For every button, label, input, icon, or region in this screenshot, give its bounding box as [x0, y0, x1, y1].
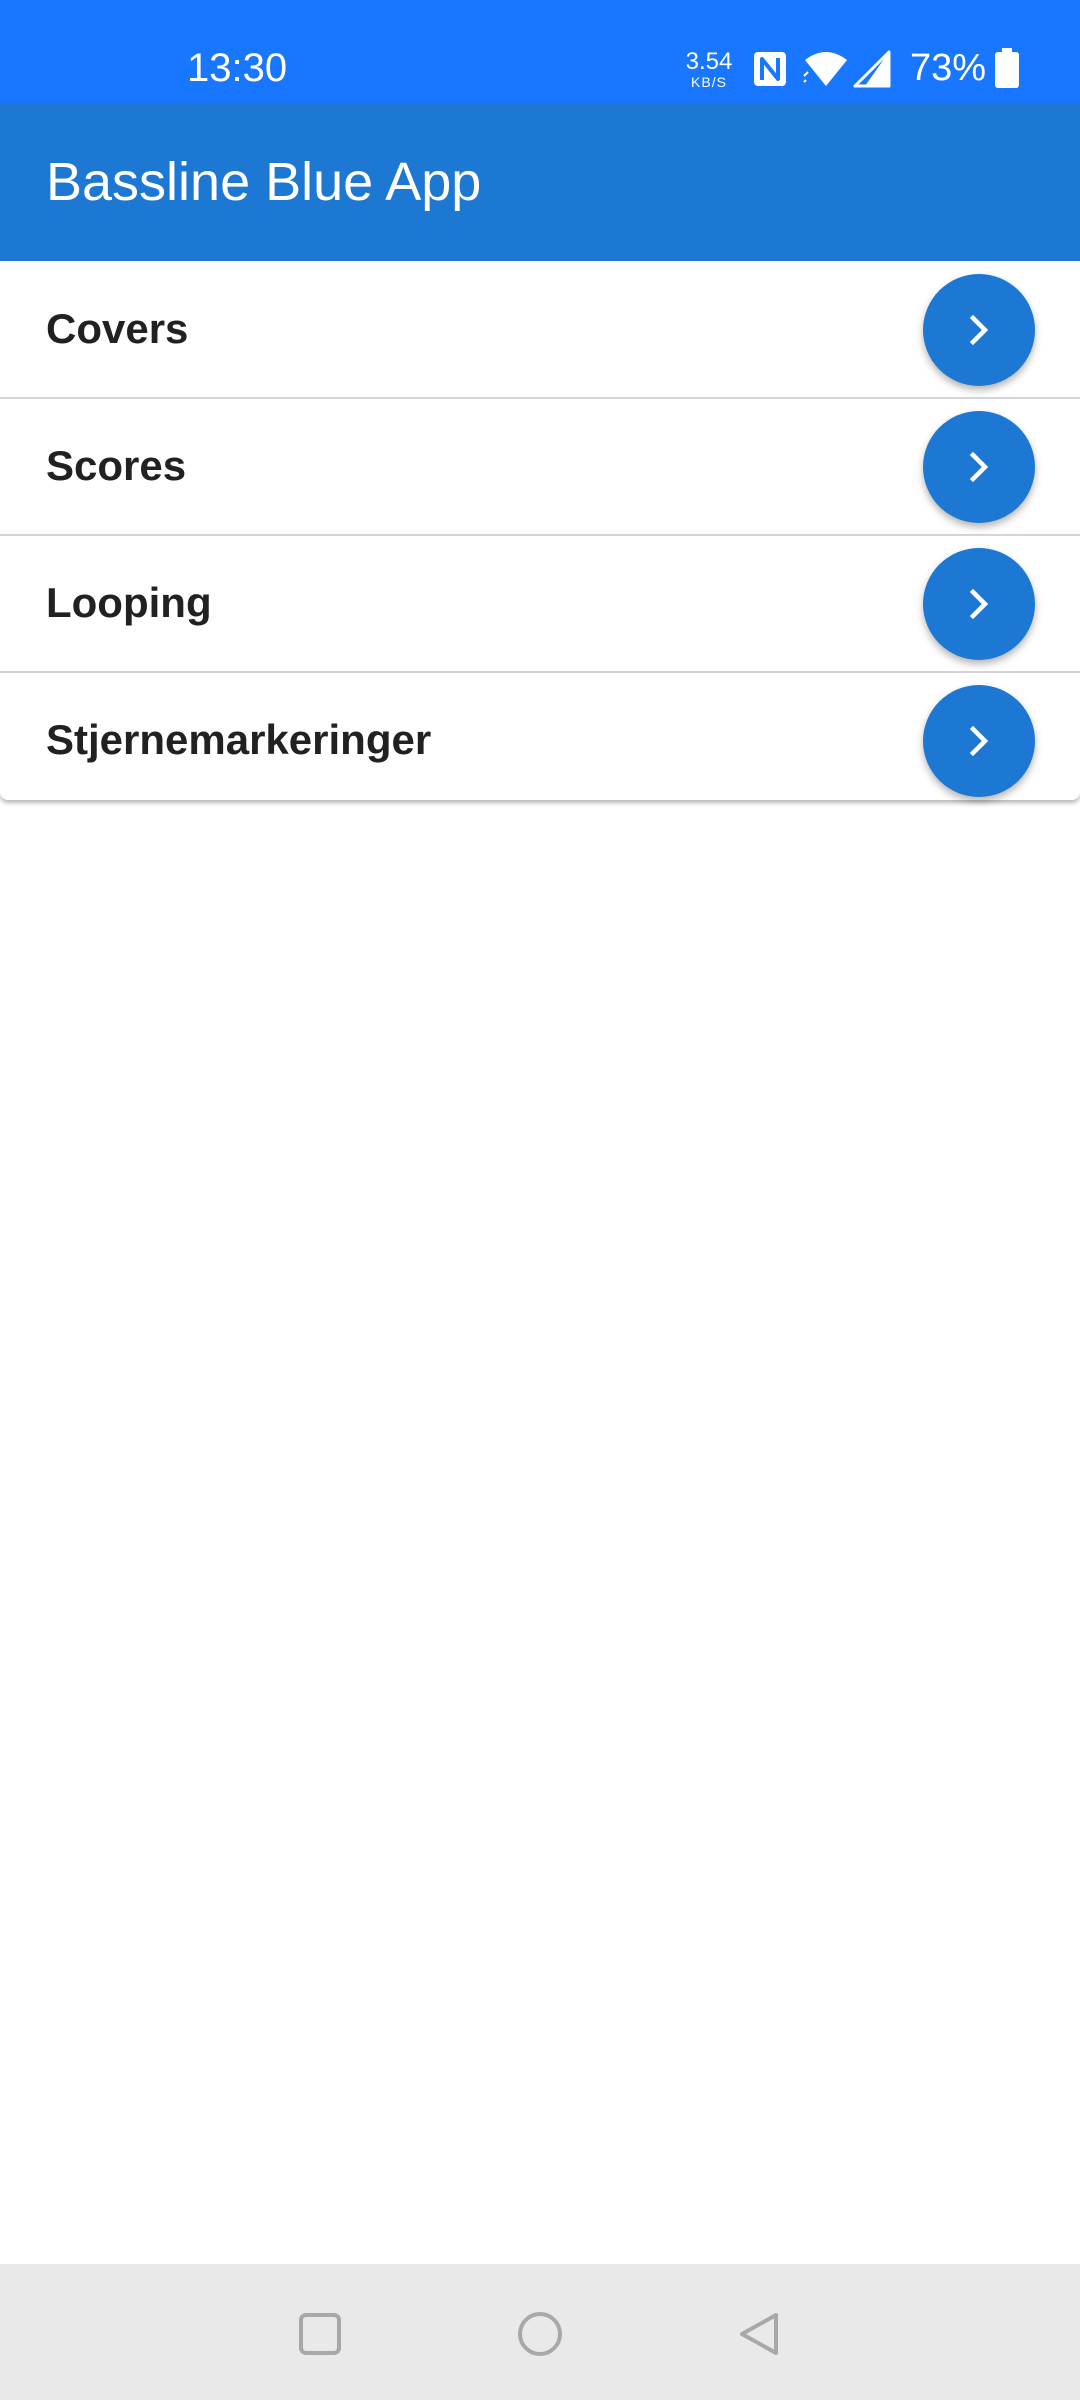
list-item-covers[interactable]: Covers: [0, 262, 1080, 399]
home-icon[interactable]: [510, 2304, 570, 2364]
list-item-label: Stjernemarkeringer: [46, 716, 432, 763]
recents-icon[interactable]: [290, 2304, 350, 2364]
open-stjernemarkeringer-button[interactable]: [923, 685, 1035, 797]
status-bar: 13:30 3.54 KB/S 73%: [0, 0, 1080, 103]
back-icon[interactable]: [730, 2304, 790, 2364]
list-item-label: Looping: [46, 579, 212, 626]
wifi-icon: [803, 52, 847, 86]
list-item-label: Covers: [46, 305, 189, 352]
screen: 13:30 3.54 KB/S 73% Bassline Blue App Co…: [0, 0, 1080, 2400]
chevron-right-icon: [969, 451, 989, 483]
app-bar: Bassline Blue App: [0, 103, 1080, 261]
network-speed-unit: KB/S: [691, 74, 727, 90]
system-nav-bar: [0, 2264, 1080, 2400]
list-item-stjernemarkeringer[interactable]: Stjernemarkeringer: [0, 673, 1080, 808]
open-covers-button[interactable]: [923, 274, 1035, 386]
network-speed-value: 3.54: [685, 48, 733, 75]
battery-percentage: 73%: [910, 47, 987, 89]
status-time: 13:30: [187, 46, 288, 90]
menu-list: Covers Scores Looping Stjernemarkeringer: [0, 262, 1080, 800]
chevron-right-icon: [969, 588, 989, 620]
network-speed: 3.54 KB/S: [684, 48, 734, 91]
list-item-scores[interactable]: Scores: [0, 399, 1080, 536]
page-title: Bassline Blue App: [46, 152, 482, 212]
chevron-right-icon: [969, 314, 989, 346]
list-item-looping[interactable]: Looping: [0, 536, 1080, 673]
battery-icon: [995, 48, 1019, 88]
open-scores-button[interactable]: [923, 411, 1035, 523]
open-looping-button[interactable]: [923, 548, 1035, 660]
chevron-right-icon: [969, 725, 989, 757]
nfc-icon: [754, 52, 786, 86]
cell-signal-icon: [853, 50, 891, 88]
list-item-label: Scores: [46, 442, 187, 489]
